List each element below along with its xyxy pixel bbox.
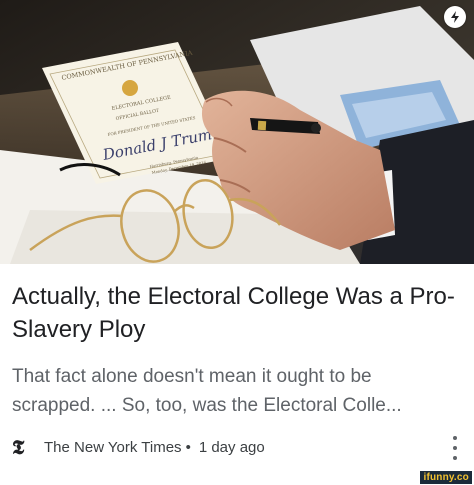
menu-dot [453, 436, 457, 440]
article-age: 1 day ago [198, 438, 265, 456]
menu-dot [453, 446, 457, 450]
menu-dot [453, 456, 457, 460]
article-photo[interactable]: COMMONWEALTH OF PENNSYLVANIA ELECTORAL C… [0, 0, 474, 264]
article-headline[interactable]: Actually, the Electoral College Was a Pr… [12, 280, 464, 346]
lightning-bolt-icon [444, 6, 466, 28]
watermark: ifunny.co [420, 471, 472, 484]
publisher-name[interactable]: The New York Times [44, 439, 182, 456]
source-row: 𝕿 The New York Times • 1 day ago [12, 434, 464, 460]
more-vertical-icon[interactable] [450, 436, 460, 460]
snippet-line-2: scrapped. ... So, too, was the Electoral… [12, 395, 402, 416]
snippet-line-1: That fact alone doesn't mean it ought to… [12, 366, 372, 387]
photo-illustration: COMMONWEALTH OF PENNSYLVANIA ELECTORAL C… [0, 0, 474, 264]
article-snippet: That fact alone doesn't mean it ought to… [12, 362, 464, 420]
publisher-logo-icon: 𝕿 [12, 435, 25, 459]
meta-separator: • [185, 438, 191, 456]
article-card[interactable]: COMMONWEALTH OF PENNSYLVANIA ELECTORAL C… [0, 0, 474, 485]
